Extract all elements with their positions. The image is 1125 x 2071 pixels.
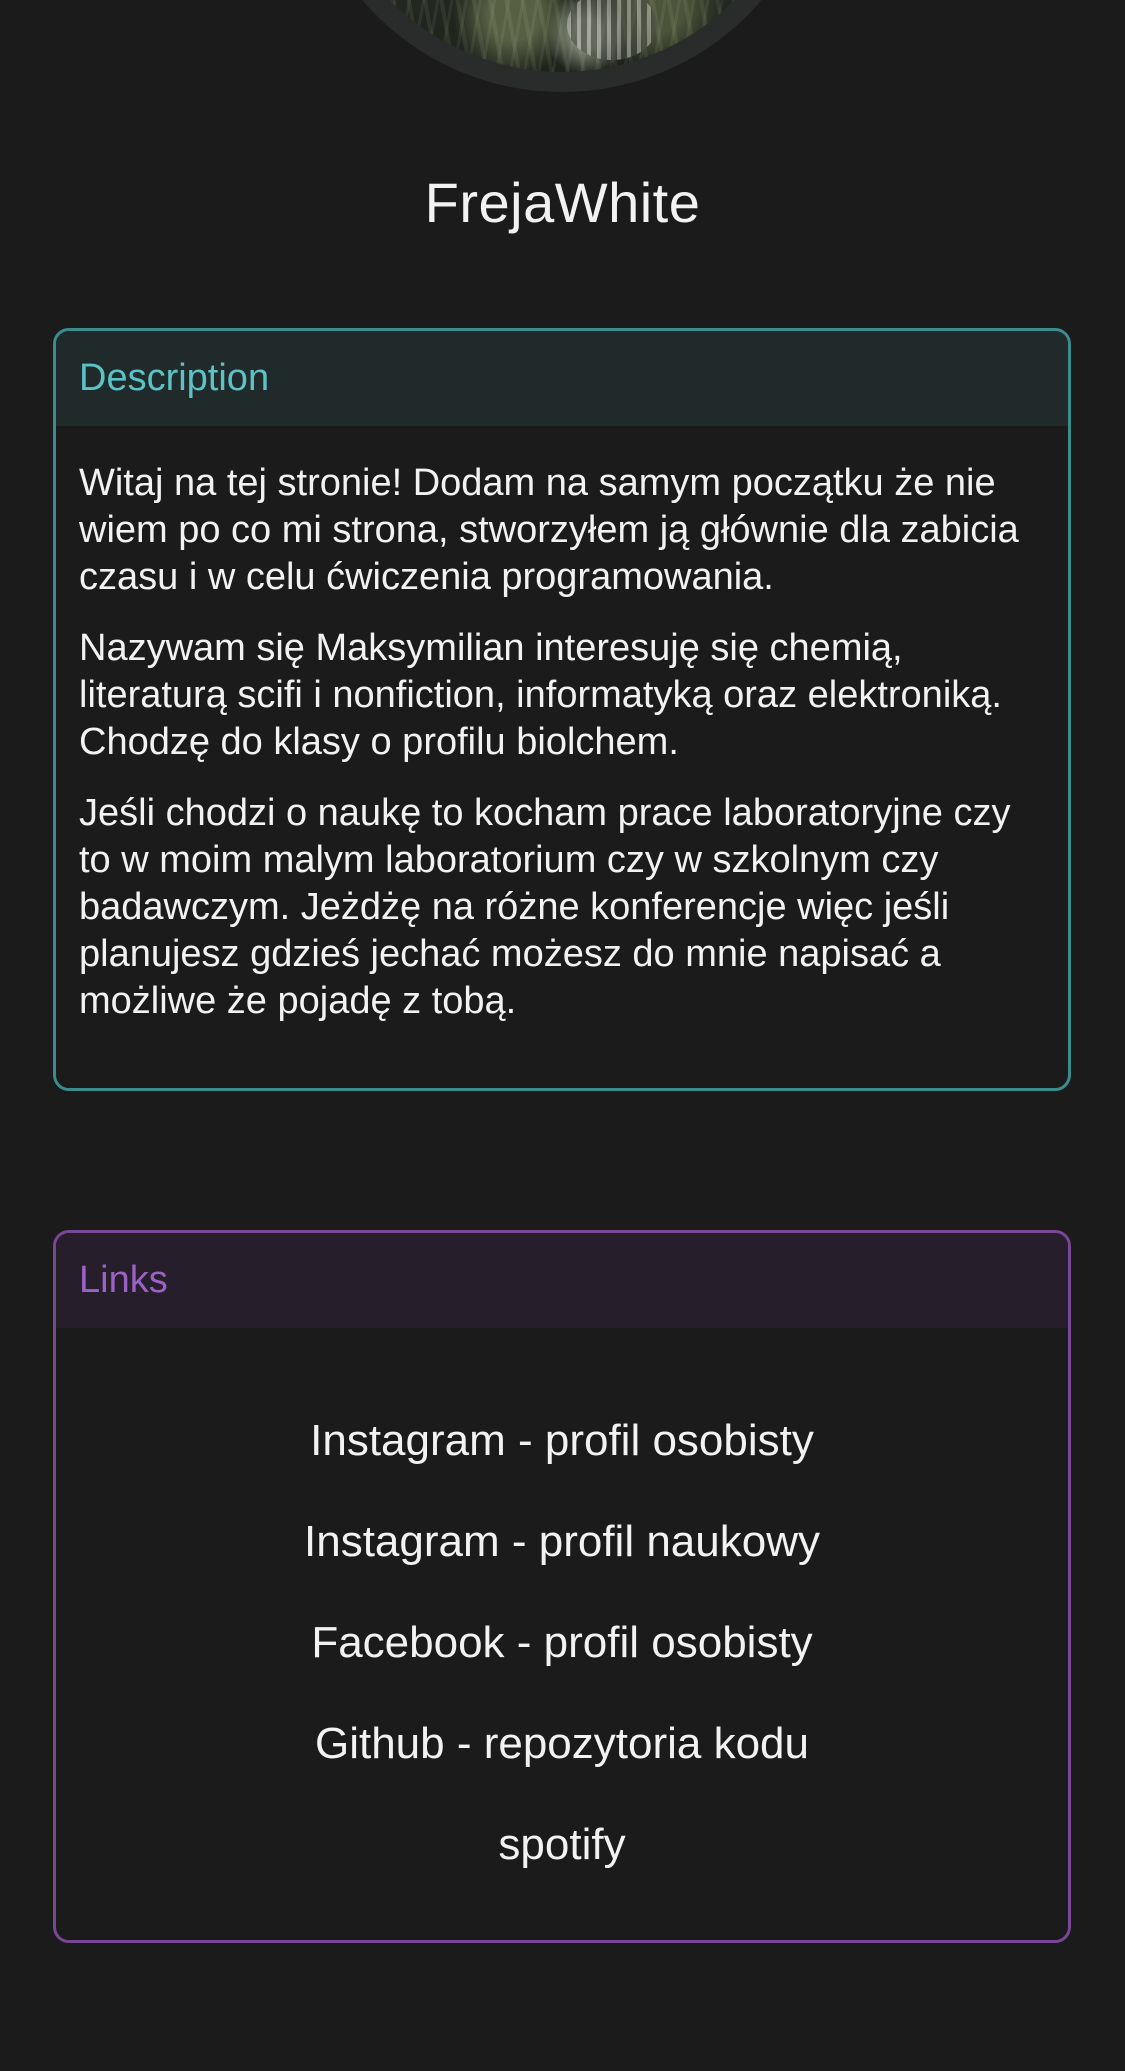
facebook-personal-link[interactable]: Facebook - profil osobisty (311, 1618, 812, 1668)
link-item: Instagram - profil osobisty (56, 1390, 1068, 1491)
link-item: Facebook - profil osobisty (56, 1592, 1068, 1693)
description-body: Witaj na tej stronie! Dodam na samym poc… (56, 426, 1068, 1025)
description-header: Description (56, 331, 1068, 426)
spotify-link[interactable]: spotify (498, 1820, 625, 1870)
links-card: Links Instagram - profil osobisty Instag… (53, 1230, 1071, 1943)
link-item: spotify (56, 1794, 1068, 1895)
description-card: Description Witaj na tej stronie! Dodam … (53, 328, 1071, 1091)
avatar-image (322, 0, 802, 72)
link-item: Github - repozytoria kodu (56, 1693, 1068, 1794)
profile-username: FrejaWhite (424, 171, 701, 234)
github-repositories-link[interactable]: Github - repozytoria kodu (315, 1719, 809, 1769)
avatar (302, 0, 822, 92)
instagram-science-link[interactable]: Instagram - profil naukowy (304, 1517, 820, 1567)
avatar-container (302, 0, 822, 92)
description-paragraph: Jeśli chodzi o naukę to kocham prace lab… (79, 792, 1011, 1022)
instagram-personal-link[interactable]: Instagram - profil osobisty (310, 1416, 814, 1466)
description-paragraph: Witaj na tej stronie! Dodam na samym poc… (79, 462, 1019, 598)
description-paragraph: Nazywam się Maksymilian interesuję się c… (79, 627, 1002, 763)
links-list: Instagram - profil osobisty Instagram - … (56, 1328, 1068, 1895)
link-item: Instagram - profil naukowy (56, 1491, 1068, 1592)
links-header: Links (56, 1233, 1068, 1328)
